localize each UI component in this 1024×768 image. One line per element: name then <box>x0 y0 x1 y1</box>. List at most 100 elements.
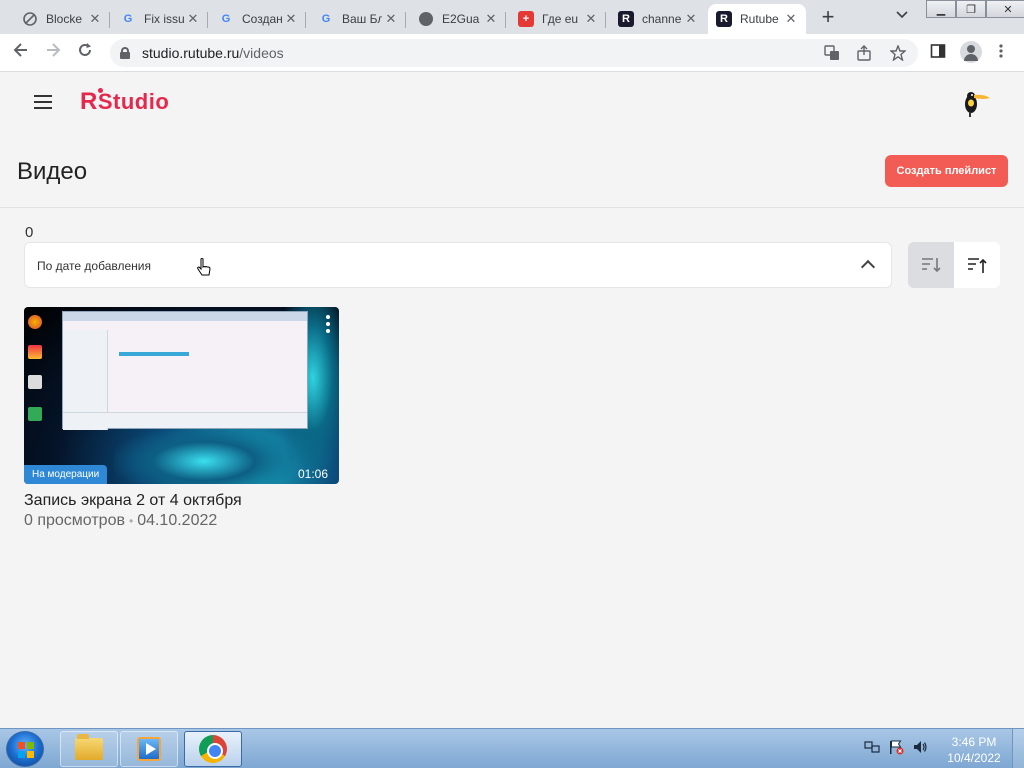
volume-icon[interactable] <box>912 739 928 755</box>
moderation-status-badge: На модерации <box>24 465 108 484</box>
google-icon: G <box>123 13 133 25</box>
profile-avatar[interactable] <box>960 41 982 63</box>
video-views: 0 просмотров <box>24 512 125 529</box>
show-desktop-button[interactable] <box>1012 729 1024 768</box>
logo-text: Studio <box>97 89 170 114</box>
side-panel-icon[interactable] <box>930 43 946 63</box>
close-tab-icon[interactable]: ✕ <box>684 11 698 27</box>
sort-selected-value: По дате добавления <box>37 259 151 273</box>
rutube-icon: R <box>618 11 634 27</box>
google-icon: G <box>221 13 231 25</box>
tab-blocked[interactable]: Blocke ✕ <box>14 4 110 34</box>
close-tab-icon[interactable]: ✕ <box>584 11 598 27</box>
network-icon[interactable] <box>864 739 880 755</box>
sort-ascending-button[interactable] <box>954 242 1000 288</box>
close-tab-icon[interactable]: ✕ <box>384 11 398 27</box>
globe-icon <box>418 11 434 27</box>
url-host: studio.rutube.ru <box>142 45 240 61</box>
clock-time: 3:46 PM <box>951 735 997 749</box>
translate-icon[interactable] <box>824 45 840 64</box>
taskbar-explorer[interactable] <box>60 731 118 767</box>
video-duration: 01:06 <box>298 467 329 481</box>
logo-r-mark: R <box>80 88 98 115</box>
mouse-pointer-icon <box>196 257 212 280</box>
video-meta: 0 просмотров • 04.10.2022 <box>24 512 217 530</box>
chevron-up-icon <box>860 259 876 275</box>
taskbar-chrome[interactable] <box>184 731 242 767</box>
tab-e2guard[interactable]: E2Gua ✕ <box>410 4 506 34</box>
explorer-window-preview <box>62 311 308 430</box>
chrome-desktop-icon <box>28 315 42 329</box>
tab-title: E2Gua <box>442 12 480 26</box>
desktop-shortcut-icon <box>28 407 42 421</box>
tab-vash-blog[interactable]: G Ваш Бл ✕ <box>310 4 406 34</box>
google-icon: G <box>321 13 331 25</box>
window-controls: ▁ ❐ ✕ <box>926 0 1024 18</box>
rutube-studio-logo[interactable]: R Studio <box>80 88 169 116</box>
maximize-button[interactable]: ❐ <box>956 0 986 18</box>
tab-title: Где eu <box>542 12 579 26</box>
browser-toolbar: studio.rutube.ru/videos <box>0 34 1024 72</box>
video-thumbnail[interactable]: На модерации 01:06 <box>24 307 339 484</box>
tab-title: Rutube <box>740 12 779 26</box>
new-tab-button[interactable]: + <box>816 5 840 29</box>
user-avatar-toucan-icon[interactable] <box>960 86 992 118</box>
sort-descending-icon <box>922 258 941 273</box>
lock-icon[interactable] <box>120 47 130 59</box>
tab-channel[interactable]: R channe ✕ <box>610 4 706 34</box>
swiss-flag-icon: + <box>518 11 534 27</box>
rutube-icon: R <box>716 11 732 27</box>
sort-order-toggle <box>908 242 1000 288</box>
tab-sozdat[interactable]: G Создан ✕ <box>210 4 306 34</box>
tab-fix-issue[interactable]: G Fix issu ✕ <box>112 4 208 34</box>
windows-taskbar: 3:46 PM 10/4/2022 <box>0 728 1024 768</box>
chrome-icon <box>199 735 227 763</box>
video-options-icon[interactable] <box>326 315 330 333</box>
close-tab-icon[interactable]: ✕ <box>484 11 498 27</box>
bookmark-star-icon[interactable] <box>889 44 907 64</box>
windows-logo-icon <box>18 742 34 758</box>
share-icon[interactable] <box>856 45 872 64</box>
tab-search-icon[interactable] <box>896 8 908 22</box>
tab-title: channe <box>642 12 682 26</box>
browser-tab-strip: Blocke ✕ G Fix issu ✕ G Создан ✕ G Ваш Б… <box>0 0 1024 34</box>
winrar-desktop-icon <box>28 345 42 359</box>
system-clock[interactable]: 3:46 PM 10/4/2022 <box>944 734 1004 766</box>
tab-title: Ваш Бл <box>342 12 382 26</box>
desktop-file-icon <box>28 375 42 389</box>
tab-title: Создан <box>242 12 282 26</box>
minimize-button[interactable]: ▁ <box>926 0 956 18</box>
studio-page: R Studio Видео Создать плейлист 0 По дате… <box>0 72 1024 728</box>
page-title: Видео <box>17 158 88 185</box>
tab-rutube-active[interactable]: R Rutube ✕ <box>708 4 806 34</box>
close-window-button[interactable]: ✕ <box>986 0 1024 18</box>
clock-date: 10/4/2022 <box>947 751 1001 765</box>
sort-descending-button[interactable] <box>908 242 954 288</box>
tab-title: Fix issu <box>144 12 184 26</box>
taskbar-media-player[interactable] <box>120 731 178 767</box>
url-text[interactable]: studio.rutube.ru/videos <box>142 45 284 61</box>
create-playlist-button[interactable]: Создать плейлист <box>885 155 1008 187</box>
sort-dropdown[interactable]: По дате добавления <box>24 242 892 288</box>
browser-menu-icon[interactable] <box>998 43 1004 63</box>
action-center-flag-icon[interactable] <box>888 739 904 755</box>
meta-separator: • <box>128 514 134 528</box>
reload-button[interactable] <box>74 42 96 64</box>
sort-ascending-icon <box>968 258 987 273</box>
url-path: /videos <box>239 45 284 61</box>
close-tab-icon[interactable]: ✕ <box>284 11 298 27</box>
blocked-page-icon <box>22 11 38 27</box>
folder-icon <box>75 734 103 760</box>
close-tab-icon[interactable]: ✕ <box>88 11 102 27</box>
header-divider <box>0 207 1024 208</box>
video-title[interactable]: Запись экрана 2 от 4 октября <box>24 492 242 510</box>
video-count: 0 <box>25 224 34 241</box>
close-tab-icon[interactable]: ✕ <box>784 11 798 27</box>
address-bar[interactable]: studio.rutube.ru/videos <box>110 39 918 67</box>
tab-gde-eu[interactable]: + Где eu ✕ <box>510 4 606 34</box>
back-button[interactable] <box>10 42 32 64</box>
hamburger-menu-icon[interactable] <box>34 95 52 109</box>
close-tab-icon[interactable]: ✕ <box>186 11 200 27</box>
start-button[interactable] <box>6 731 44 767</box>
forward-button[interactable] <box>42 42 64 64</box>
